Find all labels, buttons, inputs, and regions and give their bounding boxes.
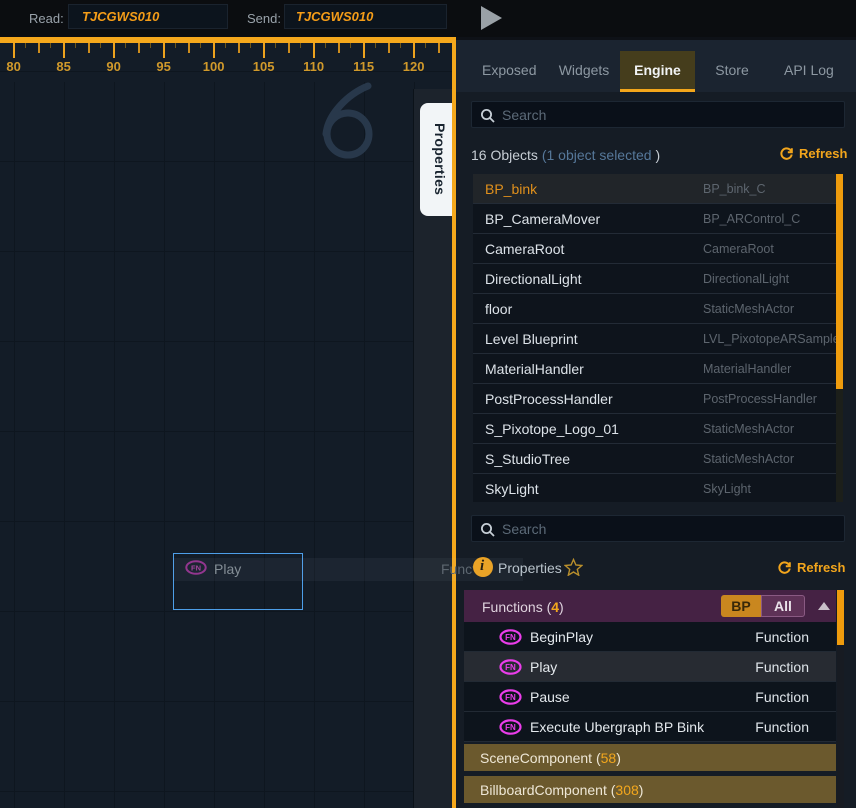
svg-text:FN: FN <box>505 633 516 642</box>
svg-text:FN: FN <box>505 693 516 702</box>
svg-text:FN: FN <box>505 723 516 732</box>
svg-text:FN: FN <box>505 663 516 672</box>
